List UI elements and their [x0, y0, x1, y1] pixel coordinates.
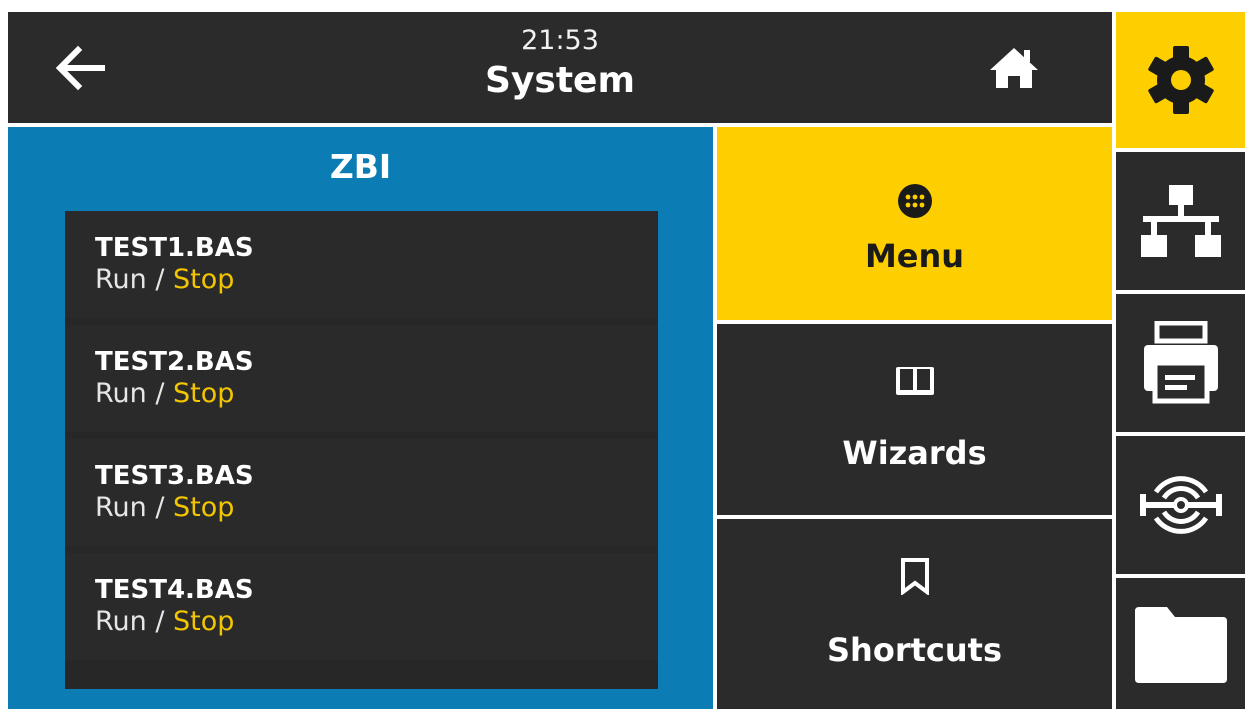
tab-network[interactable] — [1116, 152, 1245, 290]
book-icon — [717, 364, 1112, 398]
file-actions: Run / Stop — [95, 492, 234, 524]
action-separator: / — [146, 492, 174, 523]
gear-icon — [1147, 46, 1214, 114]
file-row[interactable]: TEST2.BAS Run / Stop — [65, 325, 658, 432]
menu-tile[interactable]: Menu — [717, 127, 1112, 320]
file-name: TEST4.BAS — [95, 575, 254, 605]
wizards-tile[interactable]: Wizards — [717, 324, 1112, 515]
clock-time: 21:53 — [521, 25, 599, 56]
tab-wireless[interactable] — [1116, 436, 1245, 574]
wizards-label: Wizards — [842, 434, 987, 472]
action-separator: / — [146, 378, 174, 409]
tab-printer[interactable] — [1116, 294, 1245, 432]
run-button[interactable]: Run — [95, 264, 147, 295]
panel-title: ZBI — [329, 147, 392, 186]
shortcuts-tile[interactable]: Shortcuts — [717, 519, 1112, 709]
file-actions: Run / Stop — [95, 606, 234, 638]
menu-label: Menu — [864, 237, 965, 275]
file-name: TEST1.BAS — [95, 233, 254, 263]
home-button[interactable] — [974, 36, 1054, 100]
network-icon — [1140, 185, 1221, 257]
file-actions: Run / Stop — [95, 378, 234, 410]
stop-button[interactable]: Stop — [173, 492, 234, 523]
action-separator: / — [146, 264, 174, 295]
tab-settings[interactable] — [1116, 12, 1245, 148]
tab-storage[interactable] — [1116, 578, 1245, 709]
file-list[interactable]: TEST1.BAS Run / Stop TEST2.BAS Run / Sto… — [65, 211, 658, 689]
page-title: System — [485, 60, 635, 101]
run-button[interactable]: Run — [95, 606, 147, 637]
stop-button[interactable]: Stop — [173, 264, 234, 295]
action-separator: / — [146, 606, 174, 637]
file-row[interactable]: TEST3.BAS Run / Stop — [65, 439, 658, 546]
printer-icon — [1143, 321, 1218, 404]
zbi-panel: ZBI TEST1.BAS Run / Stop TEST2.BAS Run /… — [8, 127, 713, 709]
stop-button[interactable]: Stop — [173, 378, 234, 409]
header-bar: 21:53 System — [8, 12, 1112, 123]
bookmark-icon — [717, 557, 1112, 595]
file-name: TEST2.BAS — [95, 347, 254, 377]
file-name: TEST3.BAS — [95, 461, 254, 491]
folder-icon — [1134, 606, 1227, 683]
home-icon — [990, 48, 1038, 88]
grid-dots-icon — [717, 183, 1112, 219]
shortcuts-label: Shortcuts — [827, 631, 1002, 669]
wireless-icon — [1139, 476, 1222, 534]
file-row[interactable]: TEST1.BAS Run / Stop — [65, 211, 658, 318]
run-button[interactable]: Run — [95, 492, 147, 523]
file-actions: Run / Stop — [95, 264, 234, 296]
run-button[interactable]: Run — [95, 378, 147, 409]
file-row[interactable]: TEST4.BAS Run / Stop — [65, 553, 658, 660]
stop-button[interactable]: Stop — [173, 606, 234, 637]
